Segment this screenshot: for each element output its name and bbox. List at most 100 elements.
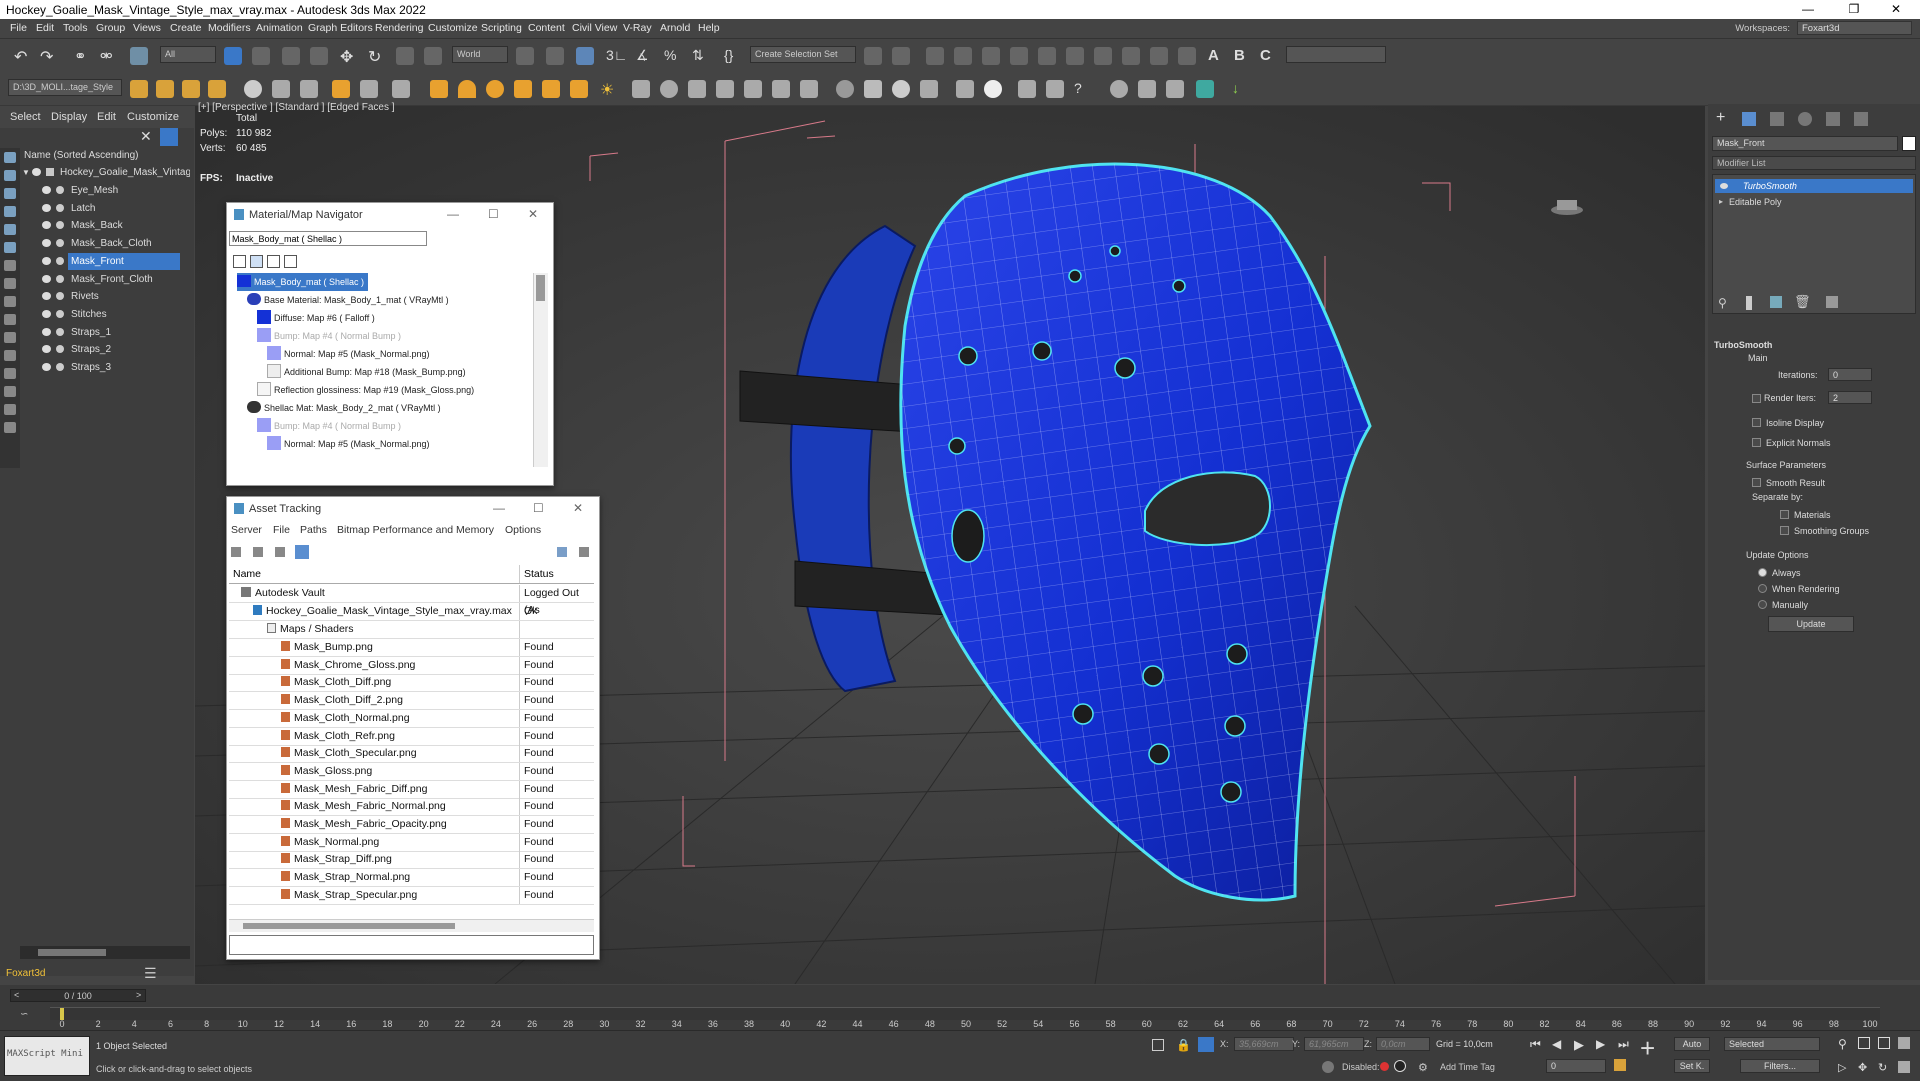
vray-ball-icon[interactable]	[1110, 80, 1128, 98]
view-small-icons-icon[interactable]	[267, 255, 280, 268]
vray-enmesh-icon[interactable]	[800, 80, 818, 98]
asset-refresh-icon[interactable]	[231, 547, 241, 557]
visibility-eye-icon[interactable]	[42, 239, 51, 248]
play-icon[interactable]: ▶	[1574, 1037, 1584, 1053]
vray-sun-icon[interactable]: ☀	[600, 80, 618, 99]
asset-settings-icon[interactable]	[579, 547, 589, 557]
asset-row-map[interactable]: Mask_Gloss.png Found	[229, 762, 594, 781]
vray-sphere-icon[interactable]	[660, 80, 678, 98]
place-icon[interactable]	[424, 47, 442, 65]
rect-selection-icon[interactable]	[282, 47, 300, 65]
object-row[interactable]: Straps_3	[20, 359, 190, 376]
display-tab-icon[interactable]	[1826, 112, 1840, 126]
asset-list-icon[interactable]	[253, 547, 263, 557]
object-row[interactable]: Straps_2	[20, 341, 190, 358]
time-tag-icon[interactable]: ⚙	[1418, 1061, 1428, 1074]
nav-row-shellac-mat[interactable]: Shellac Mat: Mask_Body_2_mat ( VRayMtl )	[247, 399, 441, 417]
vray-decal-icon[interactable]	[744, 80, 762, 98]
workspaces-dropdown[interactable]: Foxart3d	[1797, 21, 1912, 35]
arnold-b-icon[interactable]: B	[1234, 47, 1252, 65]
vray-chaos-icon[interactable]	[1046, 80, 1064, 98]
zoom-extents-icon[interactable]	[1878, 1037, 1890, 1049]
align-icon[interactable]	[892, 47, 910, 65]
utilities-tab-icon[interactable]	[1854, 112, 1868, 126]
asset-row-map[interactable]: Mask_Mesh_Fabric_Normal.png Found	[229, 798, 594, 817]
nav-row-bump[interactable]: Bump: Map #4 ( Normal Bump )	[257, 327, 401, 345]
vray-plane-icon[interactable]	[430, 80, 448, 98]
smoothing-groups-checkbox[interactable]	[1780, 526, 1789, 535]
zoom-all-icon[interactable]	[1858, 1037, 1870, 1049]
filter-containers-icon[interactable]	[4, 314, 16, 325]
layer-tool-icon[interactable]	[130, 80, 148, 98]
layer-filter-dropdown[interactable]: All	[160, 46, 216, 63]
lock-selection-icon[interactable]: 🔒	[1176, 1038, 1191, 1052]
layer-current-icon[interactable]	[208, 80, 226, 98]
nav-row-diffuse[interactable]: Diffuse: Map #6 ( Falloff )	[257, 309, 375, 327]
asset-maximize-icon[interactable]: ☐	[533, 501, 544, 515]
nav-row-additional-bump[interactable]: Additional Bump: Map #18 (Mask_Bump.png)	[267, 363, 466, 381]
rotate-icon[interactable]: ↻	[368, 47, 386, 66]
arnold-a-icon[interactable]: A	[1208, 47, 1226, 65]
render-bulb-icon[interactable]	[56, 363, 64, 371]
zoom-icon[interactable]: ⚲	[1838, 1037, 1847, 1051]
asset-row-map[interactable]: Mask_Strap_Normal.png Found	[229, 869, 594, 888]
maximize-icon[interactable]: ❐	[1834, 2, 1874, 16]
asset-details-icon[interactable]	[275, 547, 285, 557]
expand-icon[interactable]: ▼	[22, 164, 30, 181]
visibility-eye-icon[interactable]	[42, 221, 51, 230]
vray-multi-mtl-icon[interactable]	[864, 80, 882, 98]
render-bulb-icon[interactable]	[56, 327, 64, 336]
layer-explorer-icon[interactable]	[954, 47, 972, 65]
z-coordinate-field[interactable]: 0,0cm	[1376, 1037, 1430, 1051]
remove-modifier-icon[interactable]: 🗑	[1794, 294, 1811, 310]
keyboard-shortcut-override-icon[interactable]	[576, 47, 594, 65]
asset-row-map[interactable]: Mask_Cloth_Specular.png Found	[229, 745, 594, 764]
redo-icon[interactable]: ↷	[40, 47, 58, 66]
filter-all-icon[interactable]	[4, 368, 16, 379]
manually-radio[interactable]	[1758, 600, 1767, 609]
visibility-eye-icon[interactable]	[42, 274, 51, 283]
menu-vray[interactable]: V-Ray	[623, 22, 652, 34]
visibility-eye-icon[interactable]	[42, 186, 51, 194]
asset-row-map[interactable]: Mask_Cloth_Normal.png Found	[229, 709, 594, 728]
hierarchy-tab-icon[interactable]	[1770, 112, 1784, 126]
menu-scripting[interactable]: Scripting	[481, 22, 522, 34]
mirror-icon[interactable]	[864, 47, 882, 65]
navigator-maximize-icon[interactable]: ☐	[488, 207, 499, 221]
asset-row-map[interactable]: Mask_Cloth_Diff.png Found	[229, 674, 594, 693]
filter-display-icon[interactable]	[4, 422, 16, 433]
asset-row-vault[interactable]: Autodesk Vault Logged Out (As	[229, 585, 594, 616]
vray-import-icon[interactable]	[1166, 80, 1184, 98]
vray-fur-icon[interactable]	[688, 80, 706, 98]
vray-object-icon[interactable]	[392, 80, 410, 98]
object-row[interactable]: Straps_1	[20, 324, 190, 341]
vray-converter-icon[interactable]	[956, 80, 974, 98]
pivot-center-icon[interactable]	[516, 47, 534, 65]
collapse-toolbar-icon[interactable]: ↓	[1232, 80, 1250, 98]
nav-row-reflection-gloss[interactable]: Reflection glossiness: Map #19 (Mask_Glo…	[257, 381, 474, 399]
vray-proxy-icon[interactable]	[632, 80, 650, 98]
menu-civil-view[interactable]: Civil View	[572, 22, 617, 34]
asset-tracking-title-bar[interactable]: Asset Tracking — ☐ ✕	[227, 497, 599, 521]
navigator-title-bar[interactable]: Material/Map Navigator — ☐ ✕	[227, 203, 553, 227]
menu-create[interactable]: Create	[170, 22, 202, 34]
window-crossing-icon[interactable]	[310, 47, 328, 65]
field-of-view-icon[interactable]: ▷	[1838, 1061, 1846, 1074]
go-to-start-icon[interactable]: ⏮	[1530, 1037, 1541, 1052]
render-online-icon[interactable]	[1178, 47, 1196, 65]
vray-mesh-light-icon[interactable]	[570, 80, 588, 98]
object-row[interactable]: Mask_Front	[20, 252, 190, 270]
x-coordinate-field[interactable]: 35,669cm	[1234, 1037, 1294, 1051]
visibility-eye-icon[interactable]	[42, 292, 51, 301]
asset-row-folder[interactable]: Maps / Shaders	[229, 621, 594, 639]
nav-row-normal-2[interactable]: Normal: Map #5 (Mask_Normal.png)	[267, 435, 430, 453]
stack-turbosmooth[interactable]: TurboSmooth	[1715, 179, 1913, 193]
when-rendering-radio[interactable]	[1758, 584, 1767, 593]
next-frame-icon[interactable]: ▶	[1596, 1037, 1605, 1051]
isoline-checkbox[interactable]	[1752, 418, 1761, 427]
asset-help-icon[interactable]	[557, 547, 567, 557]
vray-export-icon[interactable]	[1138, 80, 1156, 98]
vray-frame-buffer-icon[interactable]	[300, 80, 318, 98]
navigator-minimize-icon[interactable]: —	[447, 207, 459, 221]
viewport-label[interactable]: [+] [Perspective ] [Standard ] [Edged Fa…	[198, 102, 395, 113]
